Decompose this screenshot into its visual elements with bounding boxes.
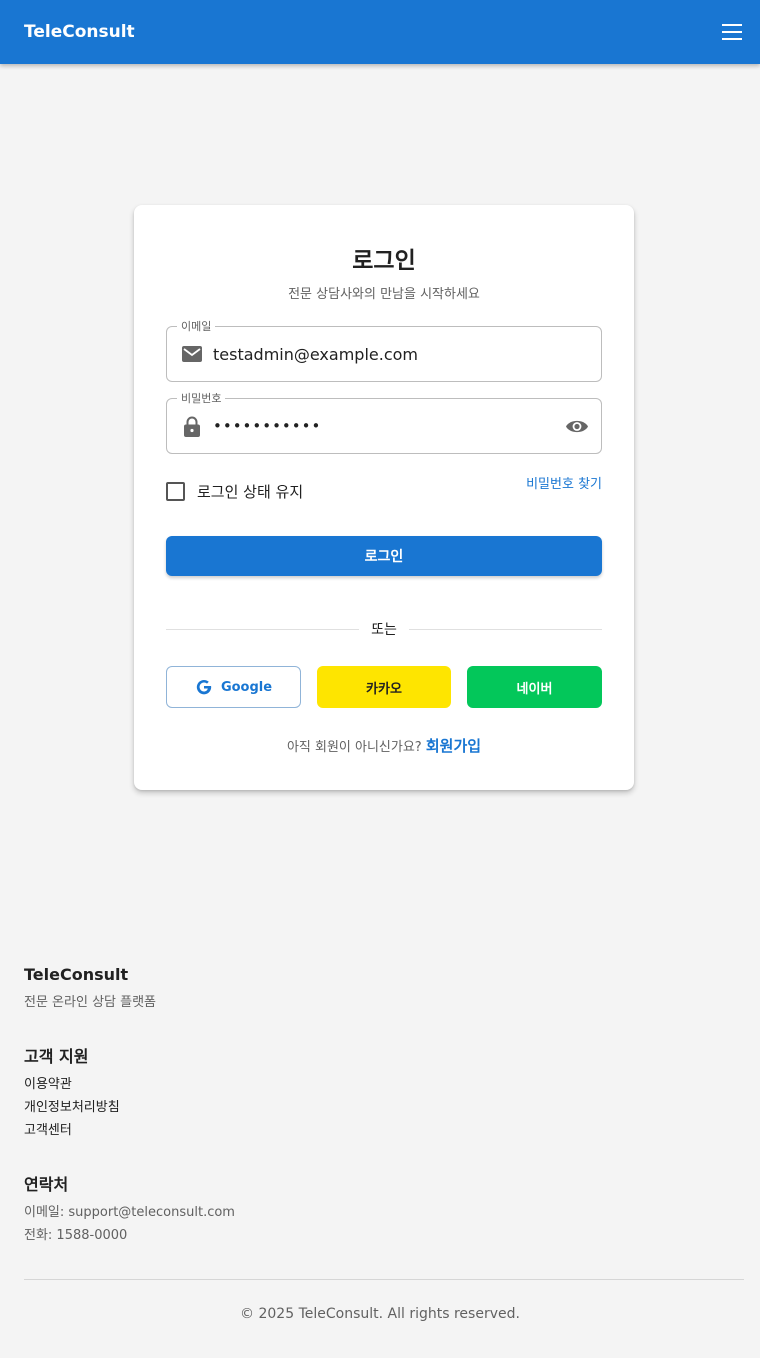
signup-link[interactable]: 회원가입 <box>426 737 481 755</box>
menu-icon[interactable] <box>722 24 742 40</box>
terms-link[interactable]: 이용약관 <box>24 1073 744 1096</box>
google-icon <box>196 679 212 695</box>
contact-phone: 전화: 1588-0000 <box>24 1228 128 1243</box>
google-login-button[interactable]: Google <box>166 666 301 708</box>
mail-icon <box>181 343 203 365</box>
remember-me-label: 로그인 상태 유지 <box>197 483 304 501</box>
password-field[interactable]: 비밀번호 <box>166 390 602 454</box>
privacy-link[interactable]: 개인정보처리방침 <box>24 1096 744 1119</box>
checkbox-box[interactable] <box>166 482 185 501</box>
footer-tagline: 전문 온라인 상담 플랫폼 <box>24 995 156 1010</box>
forgot-password-link[interactable]: 비밀번호 찾기 <box>526 473 602 492</box>
copyright: © 2025 TeleConsult. All rights reserved. <box>240 1306 520 1322</box>
footer-divider <box>24 1279 744 1280</box>
login-card: 로그인 전문 상담사와의 만남을 시작하세요 이메일 비밀번호 <box>134 205 634 790</box>
login-button[interactable]: 로그인 <box>166 536 602 576</box>
signup-prompt: 아직 회원이 아니신가요? <box>286 740 426 755</box>
email-input[interactable] <box>213 344 589 364</box>
or-divider: 또는 <box>166 619 603 639</box>
contact-title: 연락처 <box>24 1175 69 1194</box>
divider-line-right <box>408 628 603 630</box>
naver-login-button[interactable]: 네이버 <box>467 666 602 708</box>
naver-login-label: 네이버 <box>516 681 553 697</box>
kakao-login-button[interactable]: 카카오 <box>317 666 451 708</box>
divider-line-left <box>166 628 360 630</box>
login-title: 로그인 <box>352 248 416 274</box>
brand-logo[interactable]: TeleConsult <box>24 22 135 42</box>
kakao-login-label: 카카오 <box>366 681 402 697</box>
footer: TeleConsult 전문 온라인 상담 플랫폼 고객 지원 이용약관 개인정… <box>24 965 744 1247</box>
remember-me-checkbox[interactable]: 로그인 상태 유지 <box>166 481 303 502</box>
email-field[interactable]: 이메일 <box>166 318 602 382</box>
email-label: 이메일 <box>177 318 216 334</box>
signup-row: 아직 회원이 아니신가요? 회원가입 <box>134 735 634 756</box>
password-input[interactable] <box>213 417 565 435</box>
google-login-label: Google <box>220 679 273 695</box>
support-links: 이용약관 개인정보처리방침 고객센터 <box>24 1073 744 1142</box>
eye-icon[interactable] <box>565 414 589 438</box>
help-center-link[interactable]: 고객센터 <box>24 1119 744 1142</box>
contact-email: 이메일: support@teleconsult.com <box>24 1205 235 1220</box>
lock-icon <box>181 415 203 437</box>
support-title: 고객 지원 <box>24 1047 89 1066</box>
password-label: 비밀번호 <box>177 390 226 406</box>
login-subtitle: 전문 상담사와의 만남을 시작하세요 <box>288 287 480 302</box>
divider-label: 또는 <box>371 622 397 638</box>
app-bar: TeleConsult <box>0 0 760 64</box>
footer-brand: TeleConsult <box>24 965 129 984</box>
